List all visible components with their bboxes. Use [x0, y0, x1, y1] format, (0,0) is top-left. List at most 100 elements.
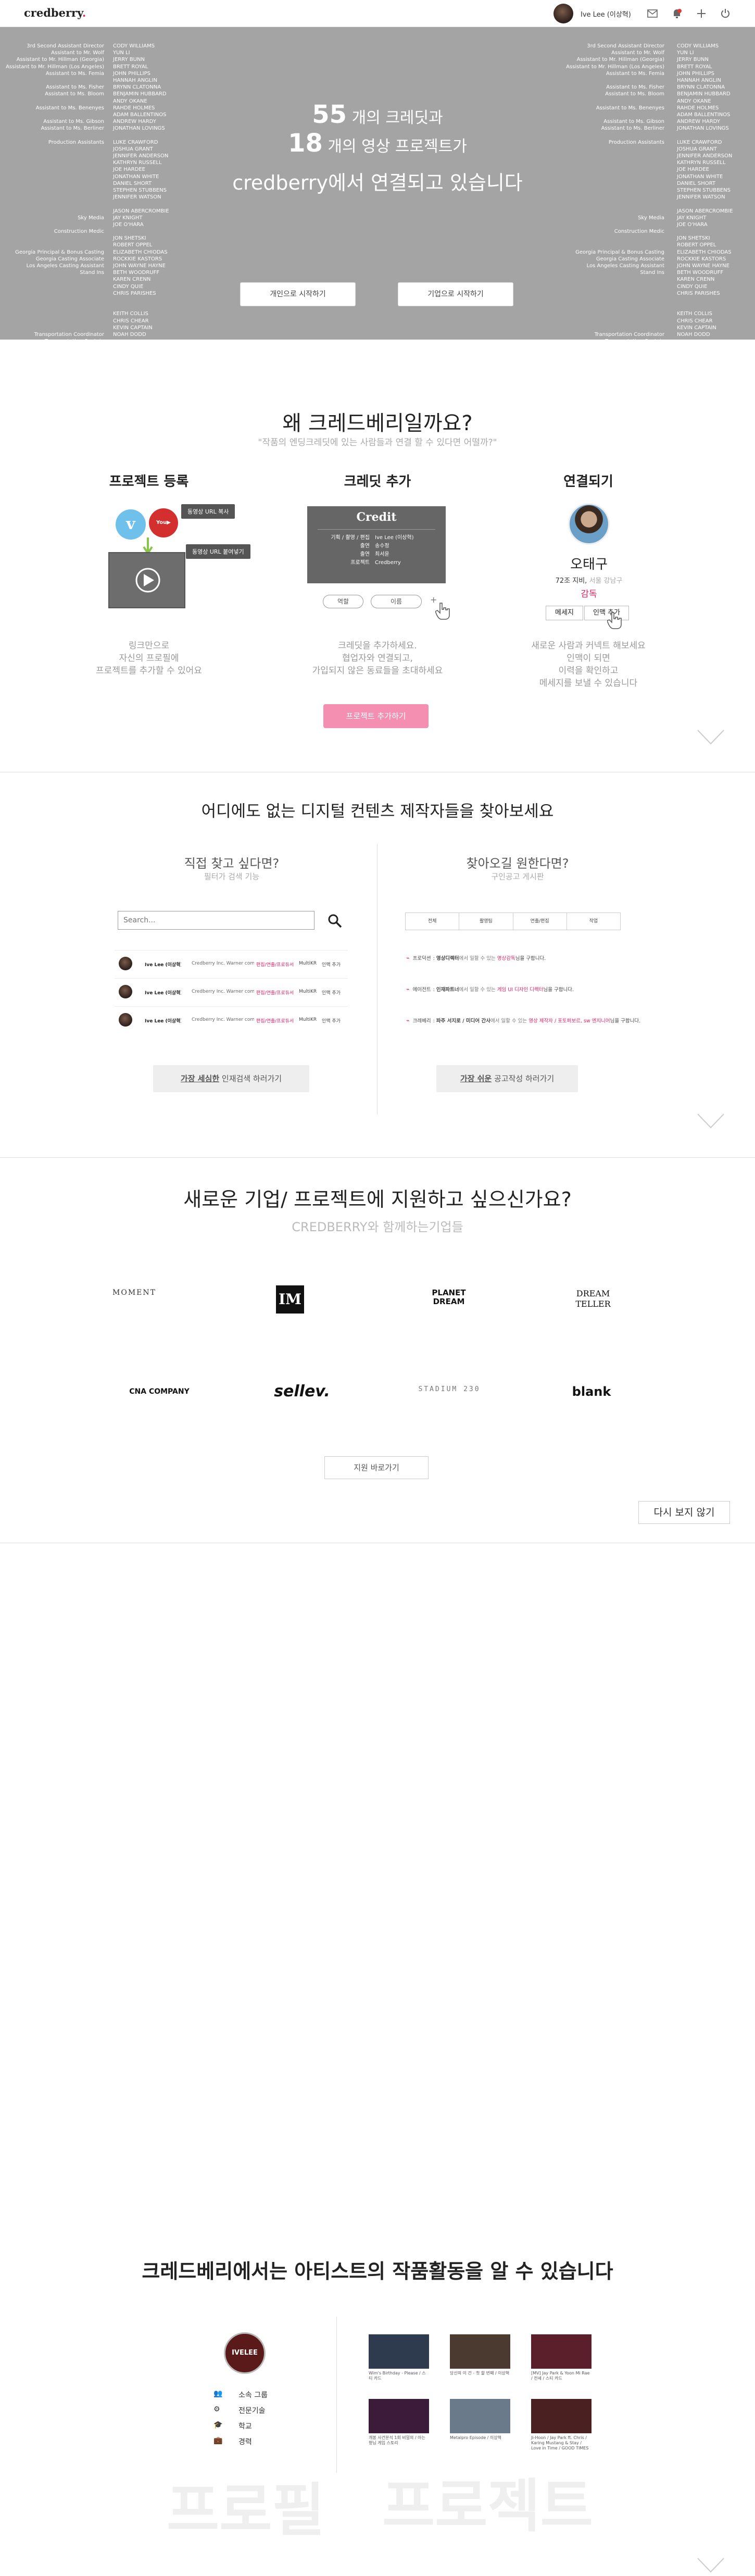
- add-project-button[interactable]: 프로젝트 추가하기: [323, 704, 429, 728]
- credit-line: ROBERT OPPEL: [113, 242, 153, 248]
- post-mid: 에서 일할 수 있는: [459, 987, 497, 993]
- scroll-down-icon-4[interactable]: [697, 2557, 725, 2573]
- table-row[interactable]: Ive Lee (이상혁) Credberry Inc. Warner compa…: [115, 950, 348, 977]
- company-logo[interactable]: IM: [276, 1285, 304, 1314]
- apply-button[interactable]: 지원 바로가기: [324, 1456, 429, 1479]
- plus-icon[interactable]: [695, 7, 708, 20]
- credit-line: [0, 221, 104, 228]
- person-avatar[interactable]: [568, 503, 610, 545]
- why-subtitle: "작품의 엔딩크레딧에 있는 사람들과 연결 할 수 있다면 어떨까?": [258, 437, 497, 448]
- credit-line: BRETT ROYAL: [113, 64, 148, 70]
- row-cell[interactable]: 인맥 추가: [322, 989, 347, 996]
- credit-line: Assistant to Mr. Hillman (Los Angeles): [566, 64, 664, 70]
- credit-line: HANNAH ANGLIN: [113, 77, 157, 83]
- credit-line: [113, 297, 191, 304]
- row-cell: MultiKR: [299, 989, 317, 994]
- company-logo[interactable]: CNA COMPANY: [123, 1387, 196, 1396]
- credit-line: Georgia Principal & Bonus Casting: [575, 249, 664, 255]
- add-connection-button[interactable]: 인맥 추가: [584, 606, 629, 620]
- section-divider-2: [0, 1157, 755, 1158]
- credit-line: [0, 242, 104, 248]
- artist-avatar[interactable]: IVELEE: [224, 2332, 266, 2374]
- skill-icon: ⚙: [213, 2405, 220, 2414]
- talent-search-button[interactable]: 가장 세심한 인재검색 하러가기: [153, 1065, 309, 1092]
- search-icon[interactable]: [327, 913, 343, 929]
- post-company: 에이전트: [412, 987, 431, 993]
- project-thumbnail[interactable]: [531, 2399, 592, 2433]
- company-logo[interactable]: PLANET DREAM: [423, 1289, 475, 1306]
- hero-banner: 3rd Second Assistant Director Assistant t…: [0, 27, 755, 340]
- tab-3[interactable]: 작업: [567, 913, 620, 930]
- post-job-button[interactable]: 가장 쉬운 공고작성 하러가기: [436, 1065, 578, 1092]
- post-location: 인재파트너: [436, 987, 459, 993]
- credit-line: JON SHETSKI: [113, 235, 146, 242]
- credit-line: ROCKKIE KASTORS: [677, 256, 726, 262]
- credit-line: BETH WOODRUFF: [677, 270, 724, 276]
- credit-line: JASON ABERCROMBIE: [113, 208, 169, 214]
- power-icon[interactable]: [719, 7, 732, 20]
- user-avatar[interactable]: [553, 4, 573, 23]
- credit-line: [560, 310, 664, 317]
- scroll-down-icon-3[interactable]: [697, 1113, 725, 1129]
- row-cell[interactable]: 인맥 추가: [322, 961, 347, 968]
- company-logo[interactable]: MOMENT: [112, 1289, 156, 1297]
- credit-line: BENJAMIN HUBBARD: [113, 91, 167, 97]
- credit-line: [560, 318, 664, 324]
- credit-line: [0, 304, 104, 310]
- credit-line: [0, 235, 104, 242]
- mail-icon[interactable]: [646, 7, 659, 20]
- tab-1[interactable]: 촬영팀: [459, 913, 513, 930]
- pointer-hand-icon: [435, 603, 450, 620]
- credit-line: Assistant to Ms. Fisher: [606, 84, 664, 91]
- project-thumbnail[interactable]: [369, 2334, 429, 2369]
- row-cell[interactable]: 인맥 추가: [322, 1017, 347, 1024]
- find-divider: [377, 844, 378, 1115]
- dismiss-button[interactable]: 다시 보지 않기: [638, 1501, 730, 1524]
- credit-row-role: 기획 / 촬영 / 편집: [331, 535, 370, 541]
- project-watermark: 프로젝트: [382, 2473, 593, 2540]
- company-logo[interactable]: sellev.: [271, 1382, 333, 1400]
- notification-icon[interactable]: [670, 7, 684, 20]
- project-thumbnail[interactable]: [450, 2399, 510, 2433]
- project-caption: [MV] Jay Park & Yoon Mi Rae / 전세 / 스티 카드: [531, 2371, 590, 2381]
- credit-line: KEVIN CAPTAIN: [677, 324, 716, 331]
- credit-line: CHRIS CHEAR: [113, 318, 149, 324]
- credit-line: CHRIS CHEAR: [677, 318, 713, 324]
- job-post[interactable]: ⌁ 프로덕션: 영상디렉터에서 일할 수 있는 영상감독님을 구합니다.: [406, 954, 646, 961]
- credit-line: Assistant to Mr. Wolf: [611, 50, 664, 56]
- project-thumbnail[interactable]: [531, 2334, 592, 2369]
- project-thumbnail[interactable]: [450, 2334, 510, 2369]
- name-chip[interactable]: 이름: [371, 595, 422, 608]
- scroll-down-icon-2[interactable]: [697, 729, 725, 745]
- post-end: 님을 구합니다.: [515, 956, 546, 961]
- company-logo[interactable]: DREAM TELLER: [570, 1289, 616, 1309]
- paste-url-pill: 동영상 URL 붙여넣기: [186, 544, 250, 559]
- job-post[interactable]: ⌁ 에이전트: 인재파트너에서 일할 수 있는 게임 UI 디자인 디렉터님을 구…: [406, 985, 646, 993]
- company-logo[interactable]: blank: [560, 1384, 623, 1399]
- credit-line: [560, 77, 664, 84]
- profile-watermark: 프로필: [167, 2477, 325, 2544]
- start-personal-button[interactable]: 개인으로 시작하기: [240, 282, 356, 306]
- tab-2[interactable]: 연출/편집: [513, 913, 567, 930]
- logo[interactable]: credberry.: [24, 6, 86, 19]
- start-company-button[interactable]: 기업으로 시작하기: [398, 282, 513, 306]
- why-title: 왜 크레드베리일까요?: [282, 411, 473, 435]
- role-chip[interactable]: 역할: [323, 595, 363, 608]
- row-cell: 편집/연출/프로듀서: [256, 991, 294, 996]
- company-logo[interactable]: STADIUM 230: [416, 1385, 483, 1393]
- credit-line: [0, 276, 104, 283]
- job-post[interactable]: ⌁ 크레베리: 파주 서지로 / 미디어 간사에서 일할 수 있는 영상 제작자 …: [406, 1017, 646, 1024]
- credit-line: JOE O'HARA: [677, 221, 708, 228]
- search-input[interactable]: [118, 911, 314, 930]
- message-button[interactable]: 메세지: [546, 606, 583, 620]
- scroll-down-icon[interactable]: [698, 339, 726, 340]
- find-title: 어디에도 없는 디지털 컨텐츠 제작자들을 찾아보세요: [201, 802, 554, 821]
- table-row[interactable]: Ive Lee (이상혁) Credberry Inc. Warner compa…: [115, 978, 348, 1005]
- credit-line: [0, 77, 104, 84]
- credit-line: KATHRYN RUSSELL: [677, 160, 726, 166]
- table-row[interactable]: Ive Lee (이상혁) Credberry Inc. Warner compa…: [115, 1006, 348, 1033]
- project-thumbnail[interactable]: [369, 2399, 429, 2433]
- user-name[interactable]: Ive Lee (이상혁): [581, 9, 631, 19]
- tab-0[interactable]: 전체: [406, 913, 460, 930]
- credit-line: JASON ABERCROMBIE: [677, 208, 733, 214]
